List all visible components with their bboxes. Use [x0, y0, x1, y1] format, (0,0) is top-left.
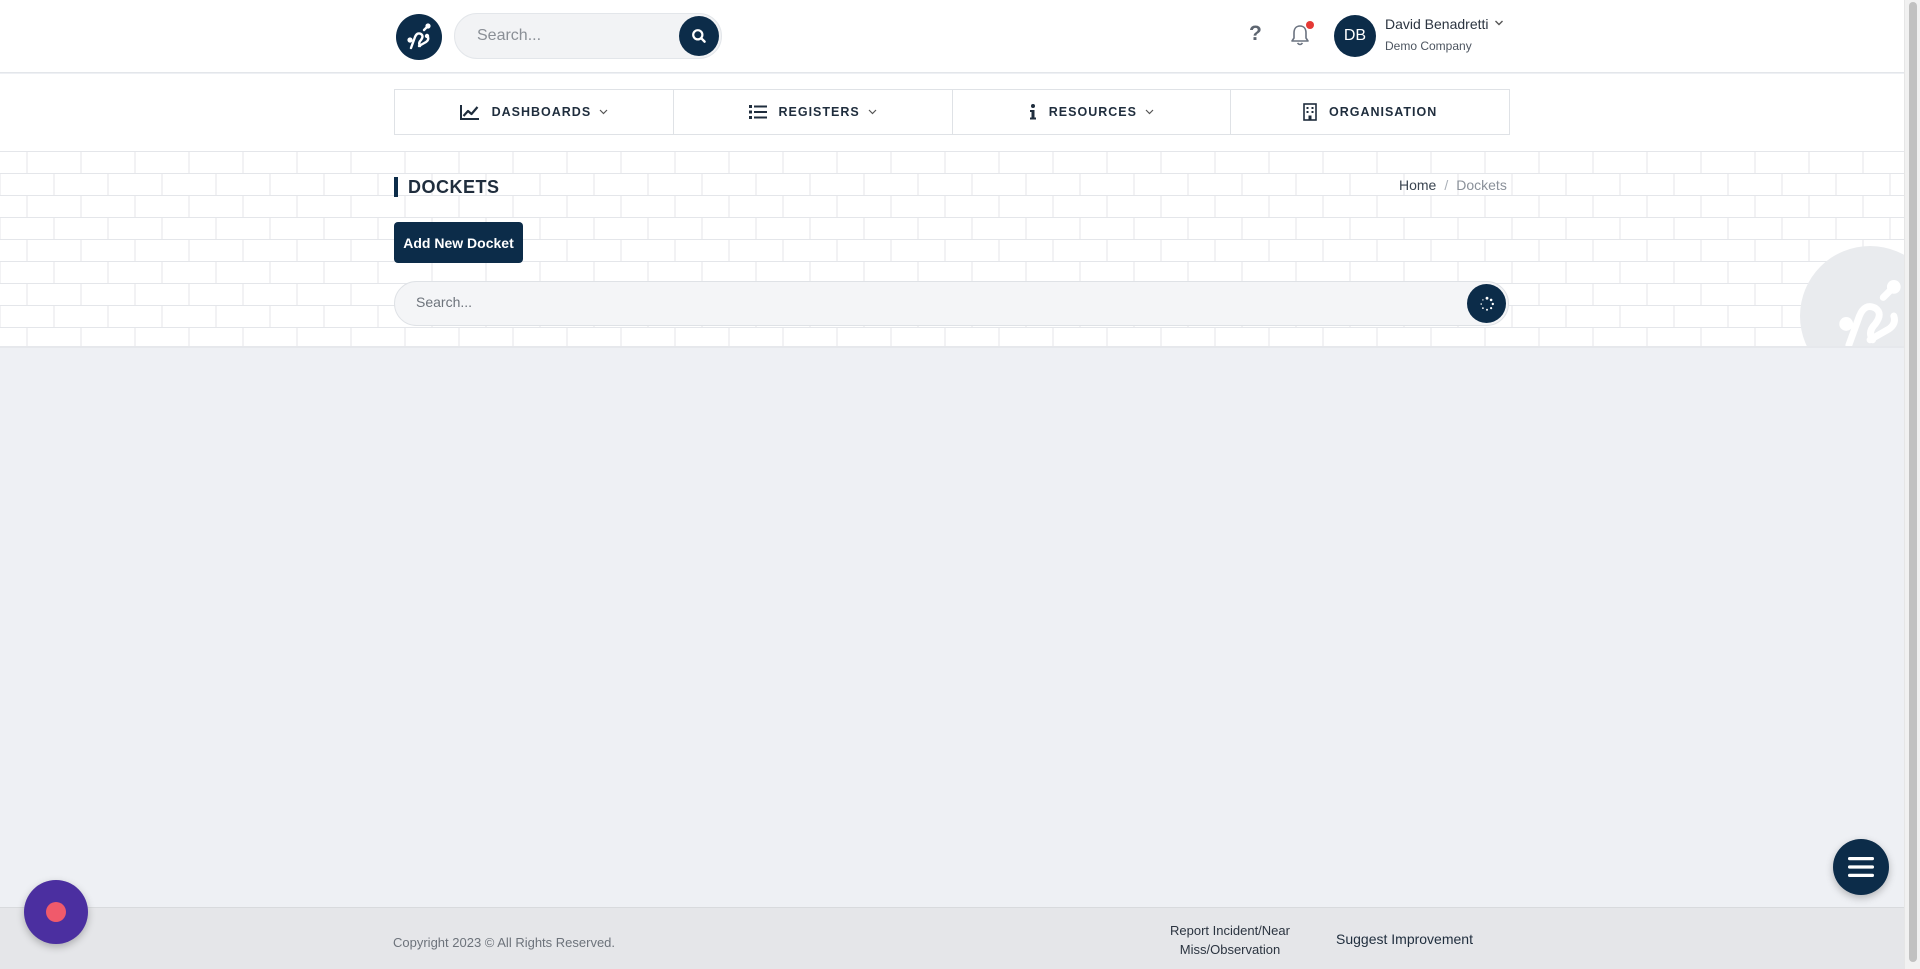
chart-line-icon [459, 104, 480, 120]
nav-item-dashboards[interactable]: DASHBOARDS [395, 90, 674, 134]
page: ? DB David Benadretti Demo Company DASHB… [0, 0, 1920, 969]
nav-item-organisation[interactable]: ORGANISATION [1231, 90, 1509, 134]
page-title: DOCKETS [394, 177, 500, 197]
breadcrumb-separator: / [1444, 177, 1449, 193]
building-icon [1303, 103, 1317, 121]
page-scrollbar[interactable] [1904, 0, 1920, 969]
global-search-button[interactable] [679, 16, 719, 56]
help-icon[interactable]: ? [1249, 22, 1262, 46]
docket-search-button[interactable] [1467, 284, 1506, 323]
user-company: Demo Company [1385, 39, 1472, 53]
nav-item-label: DASHBOARDS [491, 105, 592, 119]
chat-launcher-button[interactable] [24, 880, 88, 944]
global-search [454, 13, 722, 59]
logo-watermark-icon [1839, 280, 1901, 346]
suggest-improvement-link[interactable]: Suggest Improvement [1336, 931, 1473, 947]
record-dot-icon [46, 902, 66, 922]
report-incident-line1: Report Incident/Near [1170, 923, 1290, 938]
hamburger-menu-icon [1848, 857, 1874, 877]
avatar[interactable]: DB [1334, 15, 1376, 57]
nav-item-resources[interactable]: RESOURCES [953, 90, 1232, 134]
docket-search [394, 281, 1509, 326]
main-nav: DASHBOARDS REGISTERS RESOURCES ORGANISAT… [394, 89, 1510, 135]
chevron-down-icon [868, 109, 877, 115]
docket-search-input[interactable] [416, 294, 1416, 310]
footer: Copyright 2023 © All Rights Reserved. Re… [0, 907, 1904, 969]
nav-item-label: ORGANISATION [1328, 105, 1438, 119]
nav-item-registers[interactable]: REGISTERS [674, 90, 953, 134]
logo-mark-icon [407, 23, 431, 50]
chevron-down-icon[interactable] [1494, 19, 1504, 27]
nav-item-label: REGISTERS [778, 105, 860, 119]
chevron-down-icon [599, 109, 608, 115]
add-new-docket-button[interactable]: Add New Docket [394, 222, 523, 263]
copyright-text: Copyright 2023 © All Rights Reserved. [393, 935, 616, 950]
list-icon [748, 104, 767, 120]
report-incident-link[interactable]: Report Incident/Near Miss/Observation [1152, 921, 1308, 959]
notification-dot [1306, 21, 1314, 29]
chevron-down-icon [1145, 109, 1154, 115]
nav-item-label: RESOURCES [1048, 105, 1137, 119]
report-incident-line2: Miss/Observation [1179, 942, 1281, 957]
breadcrumb: Home / Dockets [1399, 177, 1507, 193]
top-bar: ? DB David Benadretti Demo Company [0, 0, 1904, 73]
main-nav-wrapper: DASHBOARDS REGISTERS RESOURCES ORGANISAT… [0, 74, 1904, 151]
scrollbar-thumb[interactable] [1909, 2, 1917, 962]
breadcrumb-current: Dockets [1456, 177, 1507, 193]
global-search-input[interactable] [477, 27, 667, 45]
search-icon [692, 29, 706, 43]
logo[interactable] [396, 14, 442, 60]
spinner-icon [1479, 296, 1494, 311]
user-name[interactable]: David Benadretti [1385, 16, 1489, 32]
menu-fab-button[interactable] [1833, 839, 1889, 895]
info-icon [1029, 104, 1037, 120]
breadcrumb-home[interactable]: Home [1399, 177, 1436, 193]
